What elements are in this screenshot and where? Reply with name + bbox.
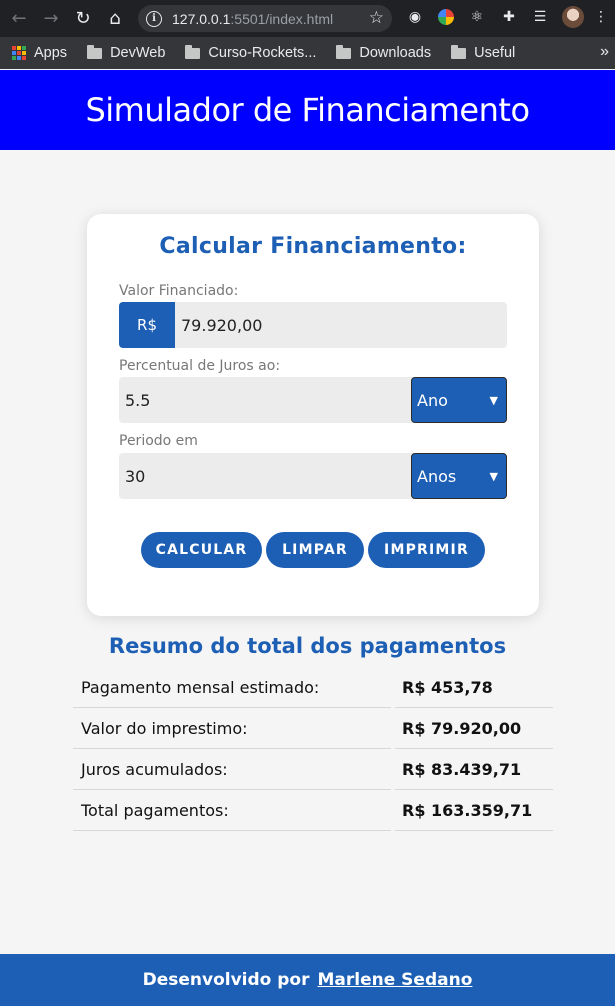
financing-form-card: Calcular Financiamento: Valor Financiado… (87, 214, 539, 616)
page-header: Simulador de Financiamento (0, 70, 615, 150)
periodo-unit-select[interactable]: Anos ▼ (411, 453, 507, 499)
author-link[interactable]: Marlene Sedano (318, 970, 473, 990)
juros-field: 5.5 Ano ▼ (119, 377, 507, 423)
extension-record-icon[interactable]: ◉ (404, 6, 426, 28)
summary-value: R$ 453,78 (395, 667, 553, 708)
browser-toolbar: ← → ↻ ⌂ i 127.0.0.1:5501/index.html ☆ ◉ … (0, 0, 615, 37)
bookmark-label: Downloads (359, 45, 432, 61)
site-info-icon[interactable]: i (146, 10, 162, 27)
page-footer: Desenvolvido por Marlene Sedano (0, 954, 615, 1006)
bookmark-label: Apps (34, 45, 68, 61)
periodo-unit-value: Anos (417, 466, 457, 486)
imprimir-button[interactable]: IMPRIMIR (368, 532, 485, 568)
valor-input[interactable]: 79.920,00 (175, 316, 262, 335)
calcular-button[interactable]: CALCULAR (141, 532, 262, 568)
forward-icon[interactable]: → (38, 5, 64, 31)
extension-color-icon[interactable] (435, 6, 457, 28)
periodo-input[interactable]: 30 (119, 467, 145, 486)
currency-prefix: R$ (119, 302, 175, 348)
limpar-button[interactable]: LIMPAR (266, 532, 364, 568)
more-bookmarks-icon[interactable]: » (600, 43, 609, 61)
summary-label: Valor do imprestimo: (73, 708, 391, 749)
summary-value: R$ 79.920,00 (395, 708, 553, 749)
bookmark-curso-rockets[interactable]: Curso-Rockets... (185, 44, 317, 61)
folder-icon (336, 44, 352, 59)
summary-title: Resumo do total dos pagamentos (108, 634, 507, 658)
url-text[interactable]: 127.0.0.1:5501/index.html (172, 11, 333, 27)
folder-icon (451, 44, 467, 59)
profile-avatar[interactable] (562, 6, 584, 28)
url-host: 127.0.0.1 (172, 10, 231, 27)
table-row: Pagamento mensal estimado: R$ 453,78 (73, 667, 553, 708)
valor-field[interactable]: R$ 79.920,00 (119, 302, 507, 348)
table-row: Total pagamentos: R$ 163.359,71 (73, 790, 553, 831)
bookmark-label: Curso-Rockets... (208, 45, 317, 61)
table-row: Juros acumulados: R$ 83.439,71 (73, 749, 553, 790)
valor-label: Valor Financiado: (119, 283, 239, 299)
summary-label: Juros acumulados: (73, 749, 391, 790)
extensions-puzzle-icon[interactable]: ✚ (498, 6, 520, 28)
table-row: Valor do imprestimo: R$ 79.920,00 (73, 708, 553, 749)
bookmark-downloads[interactable]: Downloads (336, 44, 432, 61)
summary-value: R$ 83.439,71 (395, 749, 553, 790)
chevron-down-icon: ▼ (489, 469, 498, 483)
bookmark-label: DevWeb (110, 45, 166, 61)
url-path: :5501/index.html (230, 10, 334, 27)
address-bar[interactable]: i 127.0.0.1:5501/index.html ☆ (138, 5, 392, 32)
juros-label: Percentual de Juros ao: (119, 358, 281, 374)
summary-value: R$ 163.359,71 (395, 790, 553, 831)
apps-grid-icon (12, 46, 26, 60)
juros-input[interactable]: 5.5 (119, 391, 150, 410)
folder-icon (87, 44, 103, 59)
summary-label: Pagamento mensal estimado: (73, 667, 391, 708)
bookmark-apps[interactable]: Apps (12, 45, 67, 61)
reload-icon[interactable]: ↻ (70, 5, 96, 31)
home-icon[interactable]: ⌂ (102, 5, 128, 31)
back-icon[interactable]: ← (6, 5, 32, 31)
bookmark-star-icon[interactable]: ☆ (369, 8, 384, 28)
juros-period-select[interactable]: Ano ▼ (411, 377, 507, 423)
summary-label: Total pagamentos: (73, 790, 391, 831)
periodo-label: Periodo em (119, 433, 198, 449)
bookmark-useful[interactable]: Useful (451, 44, 516, 61)
bookmark-label: Useful (474, 45, 516, 61)
bookmark-devweb[interactable]: DevWeb (87, 44, 166, 61)
chevron-down-icon: ▼ (489, 393, 498, 407)
bookmarks-bar: Apps DevWeb Curso-Rockets... Downloads U… (0, 37, 615, 69)
juros-period-value: Ano (417, 390, 448, 410)
folder-icon (185, 44, 201, 59)
menu-kebab-icon[interactable]: ⋮ (590, 6, 612, 28)
form-title: Calcular Financiamento: (159, 234, 467, 259)
extension-react-icon[interactable]: ⚛ (466, 6, 488, 28)
periodo-field: 30 Anos ▼ (119, 453, 507, 499)
footer-text: Desenvolvido por (142, 970, 310, 990)
summary-table: Pagamento mensal estimado: R$ 453,78 Val… (73, 667, 553, 831)
page-title: Simulador de Financiamento (85, 91, 530, 129)
media-control-icon[interactable]: ☰ (529, 6, 551, 28)
